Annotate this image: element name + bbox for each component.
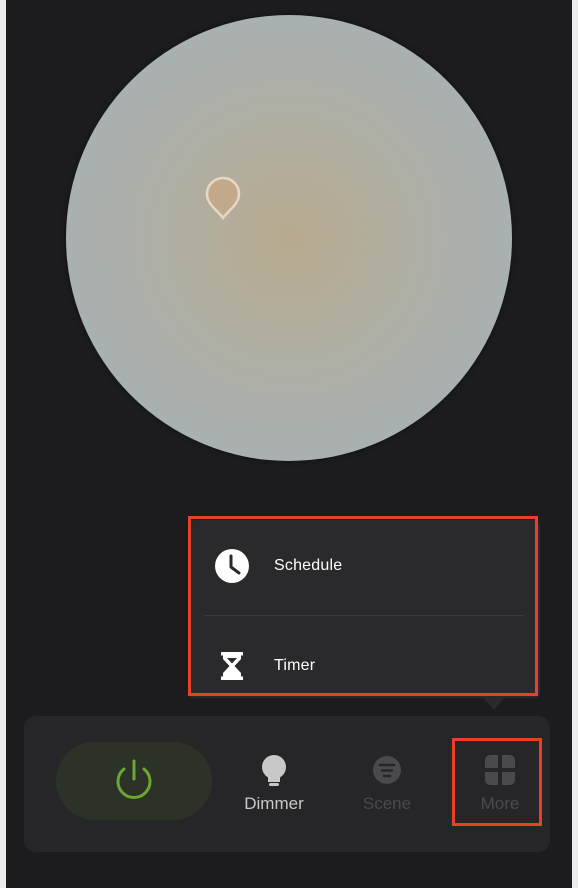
light-color-preview[interactable] [66,15,512,461]
popup-pointer [482,696,506,710]
tab-label: More [480,794,520,813]
color-picker-drop-icon[interactable] [203,174,243,222]
bottom-control-bar: Dimmer Scene More [24,716,550,852]
menu-item-label: Timer [274,657,316,674]
tab-label: Scene [362,794,412,813]
scene-icon [373,756,401,784]
menu-item-label: Schedule [274,557,343,574]
menu-divider [204,615,524,616]
clock-icon [215,549,249,583]
hourglass-icon [221,652,243,680]
power-button[interactable] [56,742,212,820]
grid-icon [485,755,515,785]
menu-item-schedule[interactable]: Schedule [188,522,540,610]
more-popup-menu: Schedule Timer [188,520,540,698]
bulb-icon [262,755,286,786]
power-icon [116,759,152,799]
tab-label: Dimmer [244,794,304,813]
tab-dimmer[interactable]: Dimmer [229,752,319,832]
tab-scene[interactable]: Scene [342,752,432,832]
tab-more[interactable]: More [455,752,545,832]
right-frame-edge [572,0,578,888]
